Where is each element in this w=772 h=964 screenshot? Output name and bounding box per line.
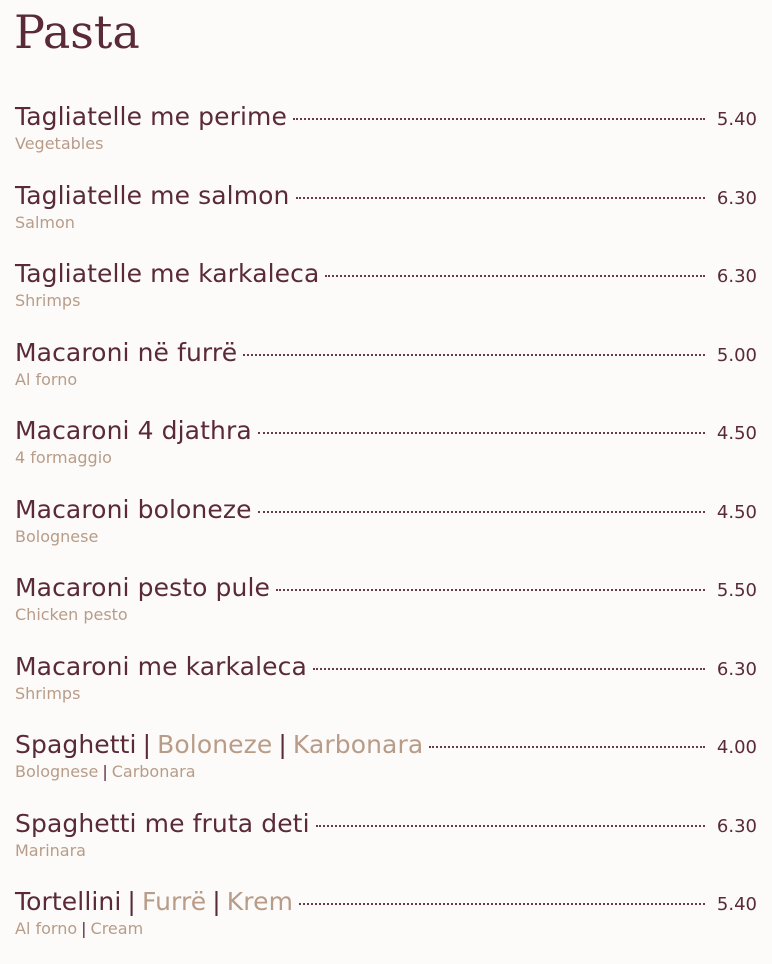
item-row: Macaroni me karkaleca 6.30 (15, 650, 757, 684)
item-price: 4.00 (716, 737, 757, 758)
dotted-leader (275, 589, 705, 591)
menu-item: Macaroni boloneze 4.50 Bolognese (15, 493, 757, 572)
item-name: Spaghetti | Boloneze | Karbonara (15, 728, 423, 762)
item-name: Macaroni boloneze (15, 494, 252, 524)
dotted-leader (295, 196, 705, 199)
menu-item: Macaroni në furrë 5.00 Al forno (15, 336, 757, 415)
item-name: Tagliatelle me karkaleca (15, 259, 320, 288)
item-translation: Chicken pesto (15, 605, 128, 624)
item-translation: Marinara (15, 840, 86, 860)
item-row: Macaroni boloneze 4.50 (15, 493, 757, 527)
item-price: 5.40 (716, 109, 757, 130)
item-row: Spaghetti me fruta deti 6.30 (15, 807, 757, 841)
item-name: Tagliatelle me perime (15, 102, 287, 131)
item-translation-part: Bolognese (15, 762, 99, 781)
item-translation-part: Cream (90, 919, 144, 938)
item-name: Tortellini | Furrë | Krem (15, 885, 293, 919)
item-row: Macaroni pesto pule 5.50 (15, 571, 757, 605)
dotted-leader (292, 118, 705, 120)
item-name: Macaroni pesto pule (15, 573, 270, 602)
item-base-name: Spaghetti (15, 730, 137, 759)
item-row: Tagliatelle me salmon 6.30 (15, 179, 757, 213)
item-variant: Boloneze (157, 730, 273, 759)
item-variant: Karbonara (292, 730, 424, 759)
item-price: 6.30 (716, 658, 757, 680)
item-row: Macaroni 4 djathra 4.50 (15, 414, 757, 448)
item-name: Tagliatelle me salmon (15, 180, 290, 210)
item-translation: Vegetables (15, 134, 104, 153)
item-row: Macaroni në furrë 5.00 (15, 336, 757, 370)
dotted-leader (429, 746, 705, 748)
item-name: Macaroni 4 djathra (15, 416, 252, 445)
item-translation-part: Al forno (15, 919, 78, 938)
item-translation: Al forno (15, 369, 78, 389)
page-title: Pasta (14, 5, 140, 59)
item-price: 4.50 (716, 423, 757, 444)
dotted-leader (257, 432, 705, 434)
item-price: 6.30 (716, 266, 757, 287)
menu-item: Macaroni pesto pule 5.50 Chicken pesto (15, 571, 757, 650)
dotted-leader (315, 824, 705, 827)
menu-item: Tagliatelle me karkaleca 6.30 Shrimps (15, 257, 757, 336)
item-separator: | (278, 730, 287, 759)
item-translation: Bolognese | Carbonara (15, 762, 757, 782)
item-separator: | (102, 762, 108, 781)
item-row: Tagliatelle me karkaleca 6.30 (15, 257, 757, 291)
item-price: 4.50 (716, 501, 757, 523)
dotted-leader (325, 275, 705, 277)
item-variant: Furrë (141, 887, 207, 916)
item-translation: 4 formaggio (15, 448, 112, 467)
item-base-name: Tortellini (15, 887, 122, 916)
item-translation: Al forno | Cream (15, 919, 757, 939)
item-price: 5.50 (716, 580, 757, 601)
menu-item: Tagliatelle me salmon 6.30 Salmon (15, 179, 757, 258)
item-separator: | (127, 887, 136, 916)
item-name: Macaroni në furrë (15, 337, 238, 367)
item-translation-part: Carbonara (111, 762, 196, 781)
item-row: Tagliatelle me perime 5.40 (15, 100, 757, 134)
item-price: 6.30 (716, 815, 757, 837)
item-translation: Bolognese (15, 526, 99, 546)
dotted-leader (243, 353, 705, 356)
menu-item: Spaghetti | Boloneze | Karbonara 4.00 Bologn… (15, 728, 757, 807)
menu-item: Tortellini | Furrë | Krem 5.40 Al forno | Crea… (15, 885, 757, 964)
menu-item: Spaghetti me fruta deti 6.30 Marinara (15, 807, 757, 886)
item-separator: | (212, 887, 221, 916)
item-price: 5.00 (716, 344, 757, 366)
item-separator: | (142, 730, 152, 759)
menu-list: Tagliatelle me perime 5.40 Vegetables Ta… (0, 100, 772, 964)
dotted-leader (299, 903, 705, 905)
menu-item: Macaroni 4 djathra 4.50 4 formaggio (15, 414, 757, 493)
item-name: Spaghetti me fruta deti (15, 808, 310, 838)
item-price: 6.30 (716, 187, 757, 209)
item-row: Spaghetti | Boloneze | Karbonara 4.00 (15, 728, 757, 762)
item-separator: | (81, 919, 87, 938)
item-variant: Krem (226, 887, 294, 916)
item-name: Macaroni me karkaleca (15, 651, 307, 681)
item-translation: Shrimps (15, 683, 81, 703)
item-translation: Salmon (15, 212, 75, 232)
item-translation: Shrimps (15, 291, 81, 310)
dotted-leader (312, 667, 705, 670)
item-row: Tortellini | Furrë | Krem 5.40 (15, 885, 757, 919)
menu-item: Tagliatelle me perime 5.40 Vegetables (15, 100, 757, 179)
menu-item: Macaroni me karkaleca 6.30 Shrimps (15, 650, 757, 729)
dotted-leader (257, 510, 705, 513)
item-price: 5.40 (716, 894, 757, 915)
